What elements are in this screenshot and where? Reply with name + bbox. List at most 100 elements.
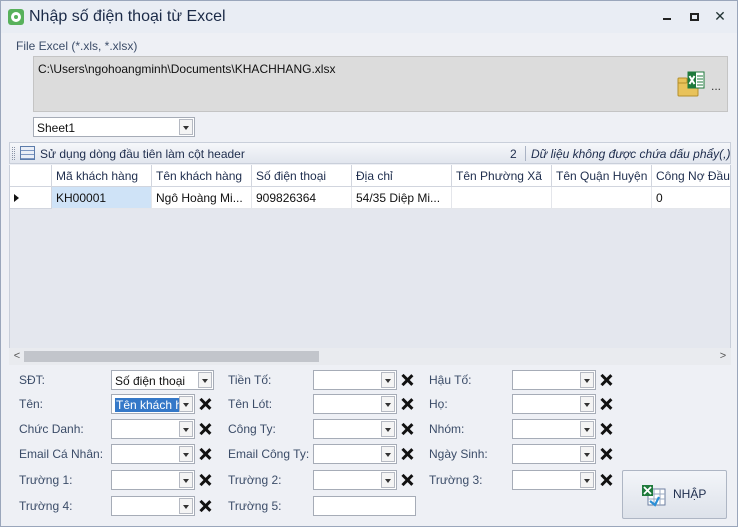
clear-ngay-sinh-icon[interactable] <box>599 447 613 461</box>
chevron-down-icon[interactable] <box>580 472 594 488</box>
clear-ten-icon[interactable] <box>198 397 212 411</box>
table-row[interactable]: KH00001 Ngô Hoàng Mi... 909826364 54/35 … <box>10 187 730 209</box>
table-cell[interactable] <box>452 187 552 209</box>
clear-truong1-icon[interactable] <box>198 473 212 487</box>
tien-to-select[interactable] <box>313 370 397 390</box>
ten-lot-label: Tên Lót: <box>228 397 273 411</box>
clear-truong2-icon[interactable] <box>400 473 414 487</box>
title-bar: Nhập số điện thoại từ Excel ✕ <box>1 1 737 33</box>
truong3-label: Trường 3: <box>429 473 483 487</box>
ngay-sinh-select[interactable] <box>512 444 596 464</box>
browse-button[interactable]: ... <box>711 79 721 93</box>
table-cell[interactable]: 54/35 Diệp Mi... <box>352 187 452 209</box>
chevron-down-icon[interactable] <box>179 498 193 514</box>
column-header[interactable]: Tên Quận Huyện <box>552 165 652 187</box>
email-cong-ty-label: Email Công Ty: <box>228 447 310 461</box>
ho-select[interactable] <box>512 394 596 414</box>
truong5-label: Trường 5: <box>228 499 282 513</box>
clear-truong4-icon[interactable] <box>198 499 212 513</box>
minimize-icon <box>663 17 671 20</box>
grid-header-row: Mã khách hàng Tên khách hàng Số điện tho… <box>10 165 730 187</box>
sheet-select[interactable]: Sheet1 <box>33 117 195 137</box>
window-title: Nhập số điện thoại từ Excel <box>29 8 226 25</box>
hau-to-label: Hậu Tố: <box>429 373 472 387</box>
chevron-down-icon[interactable] <box>179 396 193 412</box>
scroll-left-icon[interactable]: < <box>11 349 23 363</box>
excel-file-icon[interactable] <box>676 69 706 99</box>
chevron-down-icon[interactable] <box>179 119 193 135</box>
sdt-select-value: Số điện thoại <box>115 374 186 388</box>
column-header[interactable]: Công Nợ Đầu K <box>652 165 730 187</box>
row-indicator[interactable] <box>10 187 52 209</box>
cong-ty-label: Công Ty: <box>228 422 276 436</box>
chevron-down-icon[interactable] <box>198 372 212 388</box>
ten-select[interactable]: Tên khách h <box>111 394 195 414</box>
sdt-label: SĐT: <box>19 373 46 387</box>
clear-email-cong-ty-icon[interactable] <box>400 447 414 461</box>
chevron-down-icon[interactable] <box>381 421 395 437</box>
file-path-box[interactable]: C:\Users\ngohoangminh\Documents\KHACHHAN… <box>33 56 728 112</box>
chevron-down-icon[interactable] <box>381 472 395 488</box>
column-header[interactable]: Mã khách hàng <box>52 165 152 187</box>
chevron-down-icon[interactable] <box>179 472 193 488</box>
table-header-icon[interactable] <box>20 146 35 160</box>
close-button[interactable]: ✕ <box>710 7 730 25</box>
chevron-down-icon[interactable] <box>580 421 594 437</box>
clear-email-ca-nhan-icon[interactable] <box>198 447 212 461</box>
chuc-danh-label: Chức Danh: <box>19 422 84 436</box>
import-dialog: Nhập số điện thoại từ Excel ✕ File Excel… <box>0 0 738 527</box>
column-header[interactable]: Tên Phường Xã <box>452 165 552 187</box>
nhom-select[interactable] <box>512 419 596 439</box>
column-header[interactable]: Số điện thoại <box>252 165 352 187</box>
chevron-down-icon[interactable] <box>580 372 594 388</box>
file-excel-label: File Excel (*.xls, *.xlsx) <box>16 39 138 53</box>
tien-to-label: Tiền Tố: <box>228 373 272 387</box>
truong1-select[interactable] <box>111 470 195 490</box>
cong-ty-select[interactable] <box>313 419 397 439</box>
scrollbar-thumb[interactable] <box>24 351 319 362</box>
email-ca-nhan-select[interactable] <box>111 444 195 464</box>
table-cell[interactable]: 0 <box>652 187 730 209</box>
table-cell[interactable]: 909826364 <box>252 187 352 209</box>
chevron-down-icon[interactable] <box>179 446 193 462</box>
chevron-down-icon[interactable] <box>580 396 594 412</box>
table-cell[interactable]: KH00001 <box>52 187 152 209</box>
table-cell[interactable] <box>552 187 652 209</box>
clear-hau-to-icon[interactable] <box>599 373 613 387</box>
scroll-right-icon[interactable]: > <box>717 349 729 363</box>
maximize-button[interactable] <box>684 7 704 25</box>
truong4-label: Trường 4: <box>19 499 73 513</box>
ten-select-value: Tên khách h <box>115 398 181 412</box>
clear-tien-to-icon[interactable] <box>400 373 414 387</box>
chuc-danh-select[interactable] <box>111 419 195 439</box>
minimize-button[interactable] <box>657 7 677 25</box>
email-cong-ty-select[interactable] <box>313 444 397 464</box>
truong4-select[interactable] <box>111 496 195 516</box>
truong5-select[interactable] <box>313 496 416 516</box>
truong3-select[interactable] <box>512 470 596 490</box>
use-first-row-header-option[interactable]: Sử dụng dòng đầu tiên làm cột header <box>40 147 245 161</box>
chevron-down-icon[interactable] <box>179 421 193 437</box>
chevron-down-icon[interactable] <box>580 446 594 462</box>
truong2-select[interactable] <box>313 470 397 490</box>
clear-chuc-danh-icon[interactable] <box>198 422 212 436</box>
clear-ten-lot-icon[interactable] <box>400 397 414 411</box>
column-header[interactable]: Địa chỉ <box>352 165 452 187</box>
column-header[interactable]: Tên khách hàng <box>152 165 252 187</box>
chevron-down-icon[interactable] <box>381 446 395 462</box>
chevron-down-icon[interactable] <box>381 372 395 388</box>
clear-nhom-icon[interactable] <box>599 422 613 436</box>
sdt-select[interactable]: Số điện thoại <box>111 370 214 390</box>
clear-truong3-icon[interactable] <box>599 473 613 487</box>
chevron-down-icon[interactable] <box>381 396 395 412</box>
import-button[interactable]: NHẬP <box>622 470 727 519</box>
horizontal-scrollbar[interactable]: < > <box>9 348 731 365</box>
clear-ho-icon[interactable] <box>599 397 613 411</box>
import-button-label: NHẬP <box>673 487 707 501</box>
comma-warning-note: Dữ liệu không được chứa dấu phẩy(,) <box>531 147 731 161</box>
ten-lot-select[interactable] <box>313 394 397 414</box>
data-grid[interactable]: Mã khách hàng Tên khách hàng Số điện tho… <box>9 165 731 365</box>
hau-to-select[interactable] <box>512 370 596 390</box>
table-cell[interactable]: Ngô Hoàng Mi... <box>152 187 252 209</box>
clear-cong-ty-icon[interactable] <box>400 422 414 436</box>
